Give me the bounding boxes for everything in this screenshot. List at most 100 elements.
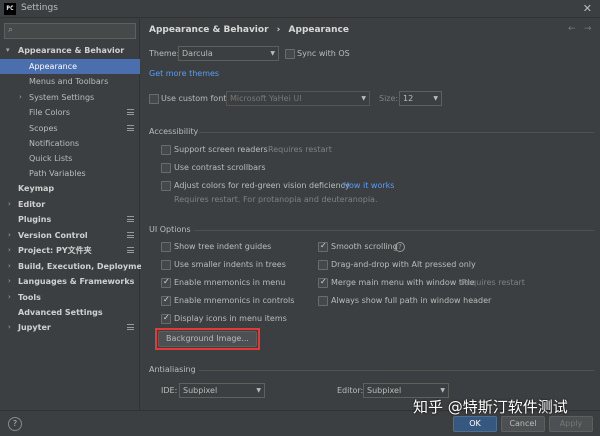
sidebar-item-label: Appearance & Behavior — [18, 46, 125, 55]
divider — [199, 132, 594, 133]
antialiasing-heading: Antialiasing — [149, 365, 196, 374]
sidebar-item-label: Tools — [18, 293, 41, 302]
screen-readers-label: Support screen readers — [174, 145, 268, 154]
dropdown-arrow-icon: ▼ — [361, 95, 366, 102]
contrast-scrollbars-label: Use contrast scrollbars — [174, 163, 266, 172]
font-size-select[interactable]: 12 ▼ — [399, 91, 442, 106]
sidebar-item-version-control[interactable]: › Version Control — [0, 228, 140, 243]
sidebar-item-appearance[interactable]: Appearance — [0, 59, 140, 74]
theme-select[interactable]: Darcula ▼ — [178, 46, 279, 61]
adjust-colors-checkbox[interactable] — [161, 181, 171, 191]
project-settings-icon — [127, 109, 134, 115]
sidebar-item-notifications[interactable]: Notifications — [0, 136, 140, 151]
sync-os-checkbox[interactable] — [285, 49, 295, 59]
sidebar-item-label: Quick Lists — [29, 154, 73, 163]
font-select[interactable]: Microsoft YaHei UI ▼ — [226, 91, 370, 106]
requires-restart-note: Requires restart — [461, 278, 525, 287]
sidebar-item-advanced-settings[interactable]: Advanced Settings — [0, 305, 140, 320]
sidebar-item-tools[interactable]: › Tools — [0, 290, 140, 305]
ui-options-heading: UI Options — [149, 225, 191, 234]
help-button[interactable]: ? — [8, 417, 22, 431]
tree-indent-guides-checkbox[interactable] — [161, 242, 171, 252]
screen-readers-checkbox[interactable] — [161, 145, 171, 155]
sidebar-item-label: Jupyter — [18, 323, 51, 332]
requires-restart-note: Requires restart — [268, 145, 332, 154]
full-path-header-checkbox[interactable] — [318, 296, 328, 306]
sidebar-item-build-execution[interactable]: › Build, Execution, Deployment — [0, 259, 151, 274]
close-icon[interactable]: ✕ — [583, 2, 592, 15]
full-path-header-label: Always show full path in window header — [331, 296, 492, 305]
cancel-button[interactable]: Cancel — [501, 416, 545, 432]
project-settings-icon — [127, 247, 134, 253]
breadcrumb-parent[interactable]: Appearance & Behavior — [149, 25, 269, 35]
project-settings-icon — [127, 125, 134, 131]
help-icon[interactable]: ? — [395, 242, 405, 252]
sidebar-item-label: File Colors — [29, 108, 70, 117]
sidebar-item-plugins[interactable]: Plugins — [0, 212, 140, 227]
title-bar: PC Settings ✕ — [0, 0, 600, 18]
chevron-right-icon: › — [8, 293, 11, 301]
custom-font-label: Use custom font: — [161, 94, 230, 103]
forward-arrow-icon[interactable]: → — [584, 24, 592, 34]
get-more-themes-link[interactable]: Get more themes — [149, 69, 219, 78]
sidebar-item-menus-toolbars[interactable]: Menus and Toolbars — [0, 74, 140, 89]
chevron-right-icon: › — [8, 200, 11, 208]
tree-indent-guides-label: Show tree indent guides — [174, 242, 272, 251]
sidebar-item-languages-frameworks[interactable]: › Languages & Frameworks — [0, 274, 140, 289]
sidebar-item-label: Version Control — [18, 231, 88, 240]
watermark: 知乎 @特斯汀软件测试 — [413, 398, 568, 416]
back-arrow-icon[interactable]: ← — [568, 24, 576, 34]
sidebar-item-file-colors[interactable]: File Colors — [0, 105, 140, 120]
contrast-scrollbars-checkbox[interactable] — [161, 163, 171, 173]
sidebar-item-path-variables[interactable]: Path Variables — [0, 166, 140, 181]
ok-button[interactable]: OK — [453, 416, 497, 432]
adjust-colors-note: Requires restart. For protanopia and deu… — [174, 195, 378, 204]
mnemonics-controls-checkbox[interactable] — [161, 295, 171, 306]
chevron-right-icon: › — [8, 323, 11, 331]
sidebar-item-system-settings[interactable]: › System Settings — [0, 90, 140, 105]
sidebar-item-label: Build, Execution, Deployment — [18, 262, 152, 271]
project-settings-icon — [127, 324, 134, 330]
merge-main-menu-checkbox[interactable] — [318, 277, 328, 288]
sidebar-item-jupyter[interactable]: › Jupyter — [0, 320, 140, 335]
how-it-works-link[interactable]: How it works — [343, 181, 394, 190]
chevron-right-icon: › — [8, 231, 11, 239]
smooth-scrolling-checkbox[interactable] — [318, 241, 328, 252]
app-icon: PC — [4, 3, 16, 15]
ide-antialiasing-value: Subpixel — [183, 386, 218, 395]
project-settings-icon — [127, 216, 134, 222]
divider — [194, 230, 594, 231]
apply-button[interactable]: Apply — [549, 416, 593, 432]
sidebar-item-scopes[interactable]: Scopes — [0, 121, 140, 136]
project-settings-icon — [127, 232, 134, 238]
chevron-right-icon: › — [8, 262, 11, 270]
highlight-box — [155, 328, 260, 350]
smooth-scrolling-label: Smooth scrolling — [331, 242, 398, 251]
theme-value: Darcula — [182, 49, 213, 58]
editor-antialiasing-value: Subpixel — [367, 386, 402, 395]
mnemonics-menu-label: Enable mnemonics in menu — [174, 278, 286, 287]
sidebar-item-appearance-behavior[interactable]: ▾ Appearance & Behavior — [0, 43, 140, 58]
font-size-value: 12 — [403, 94, 414, 103]
custom-font-checkbox[interactable] — [149, 94, 159, 104]
sidebar-item-label: Keymap — [18, 184, 55, 193]
smaller-indents-label: Use smaller indents in trees — [174, 260, 286, 269]
sidebar-item-keymap[interactable]: Keymap — [0, 181, 140, 196]
merge-main-menu-label: Merge main menu with window title — [331, 278, 475, 287]
chevron-right-icon: › — [8, 246, 11, 254]
smaller-indents-checkbox[interactable] — [161, 260, 171, 270]
dropdown-arrow-icon: ▼ — [433, 95, 438, 102]
sidebar-item-project[interactable]: › Project: PY文件夹 — [0, 243, 140, 258]
sidebar-item-quick-lists[interactable]: Quick Lists — [0, 151, 140, 166]
theme-label: Theme: — [149, 49, 180, 58]
search-input[interactable]: ⌕ — [4, 23, 136, 39]
sidebar-item-label: Appearance — [29, 62, 78, 71]
ide-antialiasing-select[interactable]: Subpixel ▼ — [179, 383, 265, 398]
mnemonics-menu-checkbox[interactable] — [161, 277, 171, 288]
menu-icons-checkbox[interactable] — [161, 313, 171, 324]
sidebar-item-editor[interactable]: › Editor — [0, 197, 140, 212]
search-icon: ⌕ — [8, 25, 14, 35]
editor-antialiasing-label: Editor: — [337, 386, 364, 395]
sidebar-item-label: Project: PY文件夹 — [18, 246, 92, 255]
drag-drop-alt-checkbox[interactable] — [318, 260, 328, 270]
